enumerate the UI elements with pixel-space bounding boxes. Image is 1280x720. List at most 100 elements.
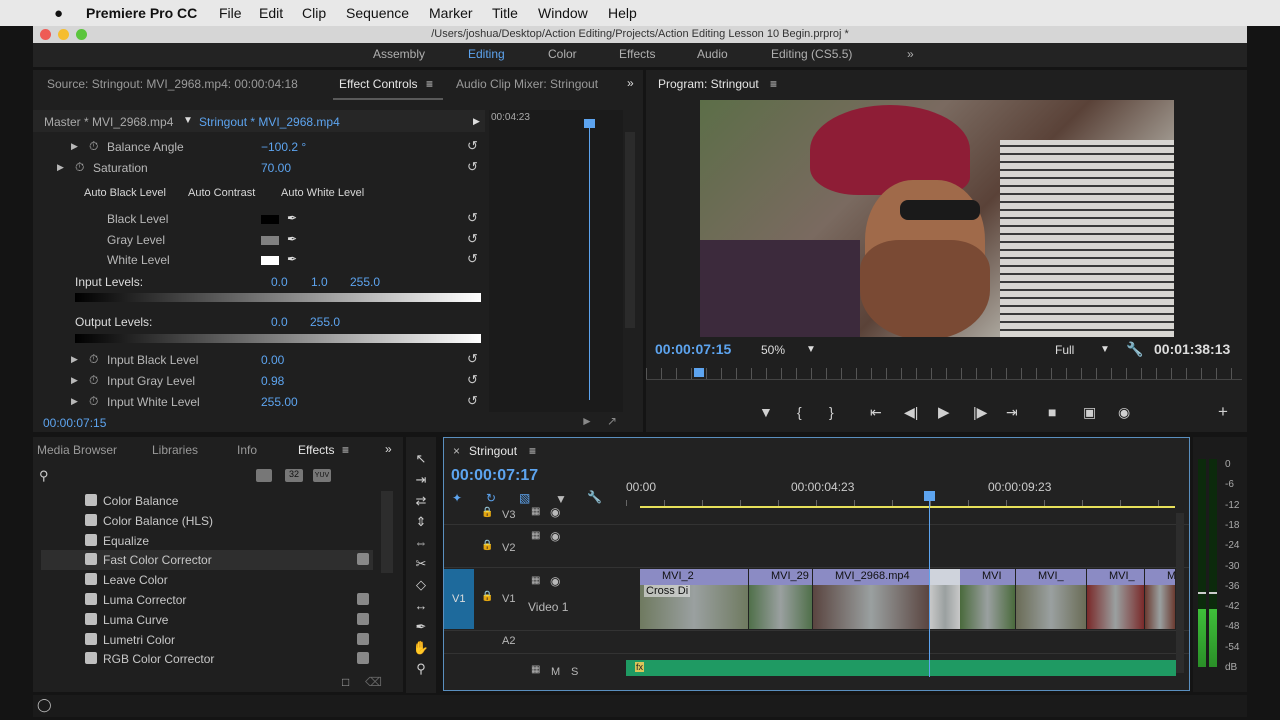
razor-tool[interactable]: ✂	[410, 556, 432, 574]
video-clip[interactable]: MVI	[960, 569, 1015, 629]
workspace-more[interactable]: »	[907, 47, 914, 61]
menu-edit[interactable]: Edit	[259, 5, 283, 21]
close-icon[interactable]: ×	[453, 444, 460, 458]
accelerated-filter-icon[interactable]	[256, 469, 272, 482]
workspace-editing-cs55[interactable]: Editing (CS5.5)	[771, 47, 852, 61]
effect-item[interactable]: Leave Color	[41, 570, 373, 590]
output-levels-white[interactable]: 255.0	[310, 315, 340, 329]
menu-file[interactable]: File	[219, 5, 242, 21]
camera-icon[interactable]: ◉	[1118, 404, 1130, 421]
program-playhead[interactable]	[693, 368, 704, 377]
program-video-frame[interactable]	[700, 100, 1174, 337]
program-monitor-title[interactable]: Program: Stringout	[658, 77, 759, 91]
timeline-menu-icon[interactable]: ≡	[529, 444, 536, 458]
zoom-window-button[interactable]	[76, 29, 87, 40]
close-window-button[interactable]	[40, 29, 51, 40]
pen-tool[interactable]: ✒	[410, 619, 432, 637]
linked-selection-icon[interactable]: ↻	[486, 491, 496, 505]
trash-icon[interactable]: ⌫	[365, 675, 382, 689]
yuv-filter-icon[interactable]: YUV	[313, 469, 331, 482]
workspace-color[interactable]: Color	[548, 47, 577, 61]
effect-item[interactable]: Lumetri Color	[41, 630, 373, 650]
hand-tool[interactable]: ✋	[410, 640, 432, 658]
tab-media-browser[interactable]: Media Browser	[37, 443, 117, 457]
go-to-in-button[interactable]: ⇤	[870, 404, 882, 421]
rate-stretch-tool[interactable]: ⇔	[410, 535, 432, 553]
effect-controls-menu-icon[interactable]: ≡	[426, 77, 433, 91]
tab-effect-controls[interactable]: Effect Controls	[339, 77, 417, 91]
video-clip[interactable]: MVI_	[1016, 569, 1086, 629]
scrollbar[interactable]	[625, 132, 635, 328]
input-white-level-value[interactable]: 255.00	[261, 395, 298, 409]
program-menu-icon[interactable]: ≡	[770, 77, 777, 91]
lock-icon[interactable]: 🔒	[481, 507, 493, 518]
lock-icon[interactable]: 🔒	[481, 540, 493, 551]
expand-icon[interactable]: ▶	[71, 396, 78, 407]
reset-icon[interactable]: ↺	[467, 251, 478, 267]
white-level-swatch[interactable]	[261, 256, 279, 265]
go-to-out-button[interactable]: ⇥	[1006, 404, 1018, 421]
menu-title[interactable]: Title	[492, 5, 518, 21]
workspace-audio[interactable]: Audio	[697, 47, 728, 61]
input-gray-level-value[interactable]: 0.98	[261, 374, 284, 388]
minimize-window-button[interactable]	[58, 29, 69, 40]
input-levels-gray[interactable]: 1.0	[311, 275, 328, 289]
rolling-edit-tool[interactable]: ⇕	[410, 514, 432, 532]
input-levels-white[interactable]: 255.0	[350, 275, 380, 289]
expand-icon[interactable]: ▶	[57, 162, 64, 173]
video-clip[interactable]: MVI_	[1087, 569, 1144, 629]
slip-tool[interactable]: ◇	[410, 577, 432, 595]
folder-icon[interactable]: □	[342, 675, 349, 689]
effect-item[interactable]: Color Balance	[41, 491, 373, 511]
video-clip[interactable]	[930, 569, 960, 629]
effect-item[interactable]: Luma Corrector	[41, 590, 373, 610]
video-clip[interactable]: MVI_2968.mp4	[813, 569, 929, 629]
effect-item[interactable]: Fast Color Corrector	[41, 550, 373, 571]
wrench-icon[interactable]: 🔧	[587, 490, 602, 504]
balance-angle-value[interactable]: −100.2 °	[261, 140, 306, 154]
stopwatch-icon[interactable]: ⏱	[89, 373, 98, 388]
effect-item[interactable]: Luma Curve	[41, 610, 373, 630]
transition-label[interactable]: Cross Di	[644, 585, 691, 597]
32bit-filter-icon[interactable]: 32	[285, 469, 303, 482]
stopwatch-icon[interactable]: ⏱	[89, 394, 98, 409]
timeline-scrollbar[interactable]	[1176, 513, 1184, 673]
reset-icon[interactable]: ↺	[467, 138, 478, 154]
timeline-playhead-handle[interactable]	[924, 491, 935, 501]
lock-icon[interactable]: 🔒	[481, 591, 493, 602]
toggle-output-icon[interactable]: ▦	[531, 575, 540, 586]
stopwatch-icon[interactable]: ⏱	[89, 139, 98, 154]
video-clip[interactable]: MVI	[1145, 569, 1175, 629]
solo-button[interactable]: S	[571, 666, 578, 678]
output-levels-gradient[interactable]	[75, 334, 481, 343]
ripple-edit-tool[interactable]: ⇄	[410, 493, 432, 511]
video-clip[interactable]: MVI_2 Cross Di	[640, 569, 748, 629]
menu-sequence[interactable]: Sequence	[346, 5, 409, 21]
black-level-swatch[interactable]	[261, 215, 279, 224]
stopwatch-icon[interactable]: ⏱	[75, 160, 84, 175]
mini-playhead-handle[interactable]	[584, 119, 595, 128]
menu-clip[interactable]: Clip	[302, 5, 326, 21]
auto-contrast-button[interactable]: Auto Contrast	[188, 182, 255, 204]
tab-audio-clip-mixer[interactable]: Audio Clip Mixer: Stringout	[456, 77, 598, 91]
input-levels-black[interactable]: 0.0	[271, 275, 288, 289]
effect-item[interactable]: Equalize	[41, 531, 373, 551]
extract-button[interactable]: ▣	[1083, 404, 1096, 421]
gray-level-swatch[interactable]	[261, 236, 279, 245]
mark-out-button[interactable]: }	[829, 404, 834, 420]
stopwatch-icon[interactable]: ⏱	[89, 352, 98, 367]
add-button[interactable]: +	[1218, 402, 1228, 422]
sequence-clip-label[interactable]: Stringout * MVI_2968.mp4	[199, 115, 340, 129]
wrench-icon[interactable]: 🔧	[1126, 341, 1143, 358]
track-select-tool[interactable]: ⇥	[410, 472, 432, 490]
expand-icon[interactable]: ▶	[71, 375, 78, 386]
quality-select[interactable]: Full	[1055, 343, 1074, 357]
apple-icon[interactable]: ●	[54, 5, 63, 22]
eye-icon[interactable]: ◉	[550, 574, 560, 588]
panel-more[interactable]: »	[627, 76, 634, 90]
filter-icon[interactable]: ►	[581, 414, 593, 428]
effect-item[interactable]: Color Balance (HLS)	[41, 511, 373, 531]
render-status-icon[interactable]: ◯	[37, 697, 52, 713]
zoom-select[interactable]: 50%	[761, 343, 785, 357]
chevron-down-icon[interactable]: ▼	[1100, 344, 1110, 355]
